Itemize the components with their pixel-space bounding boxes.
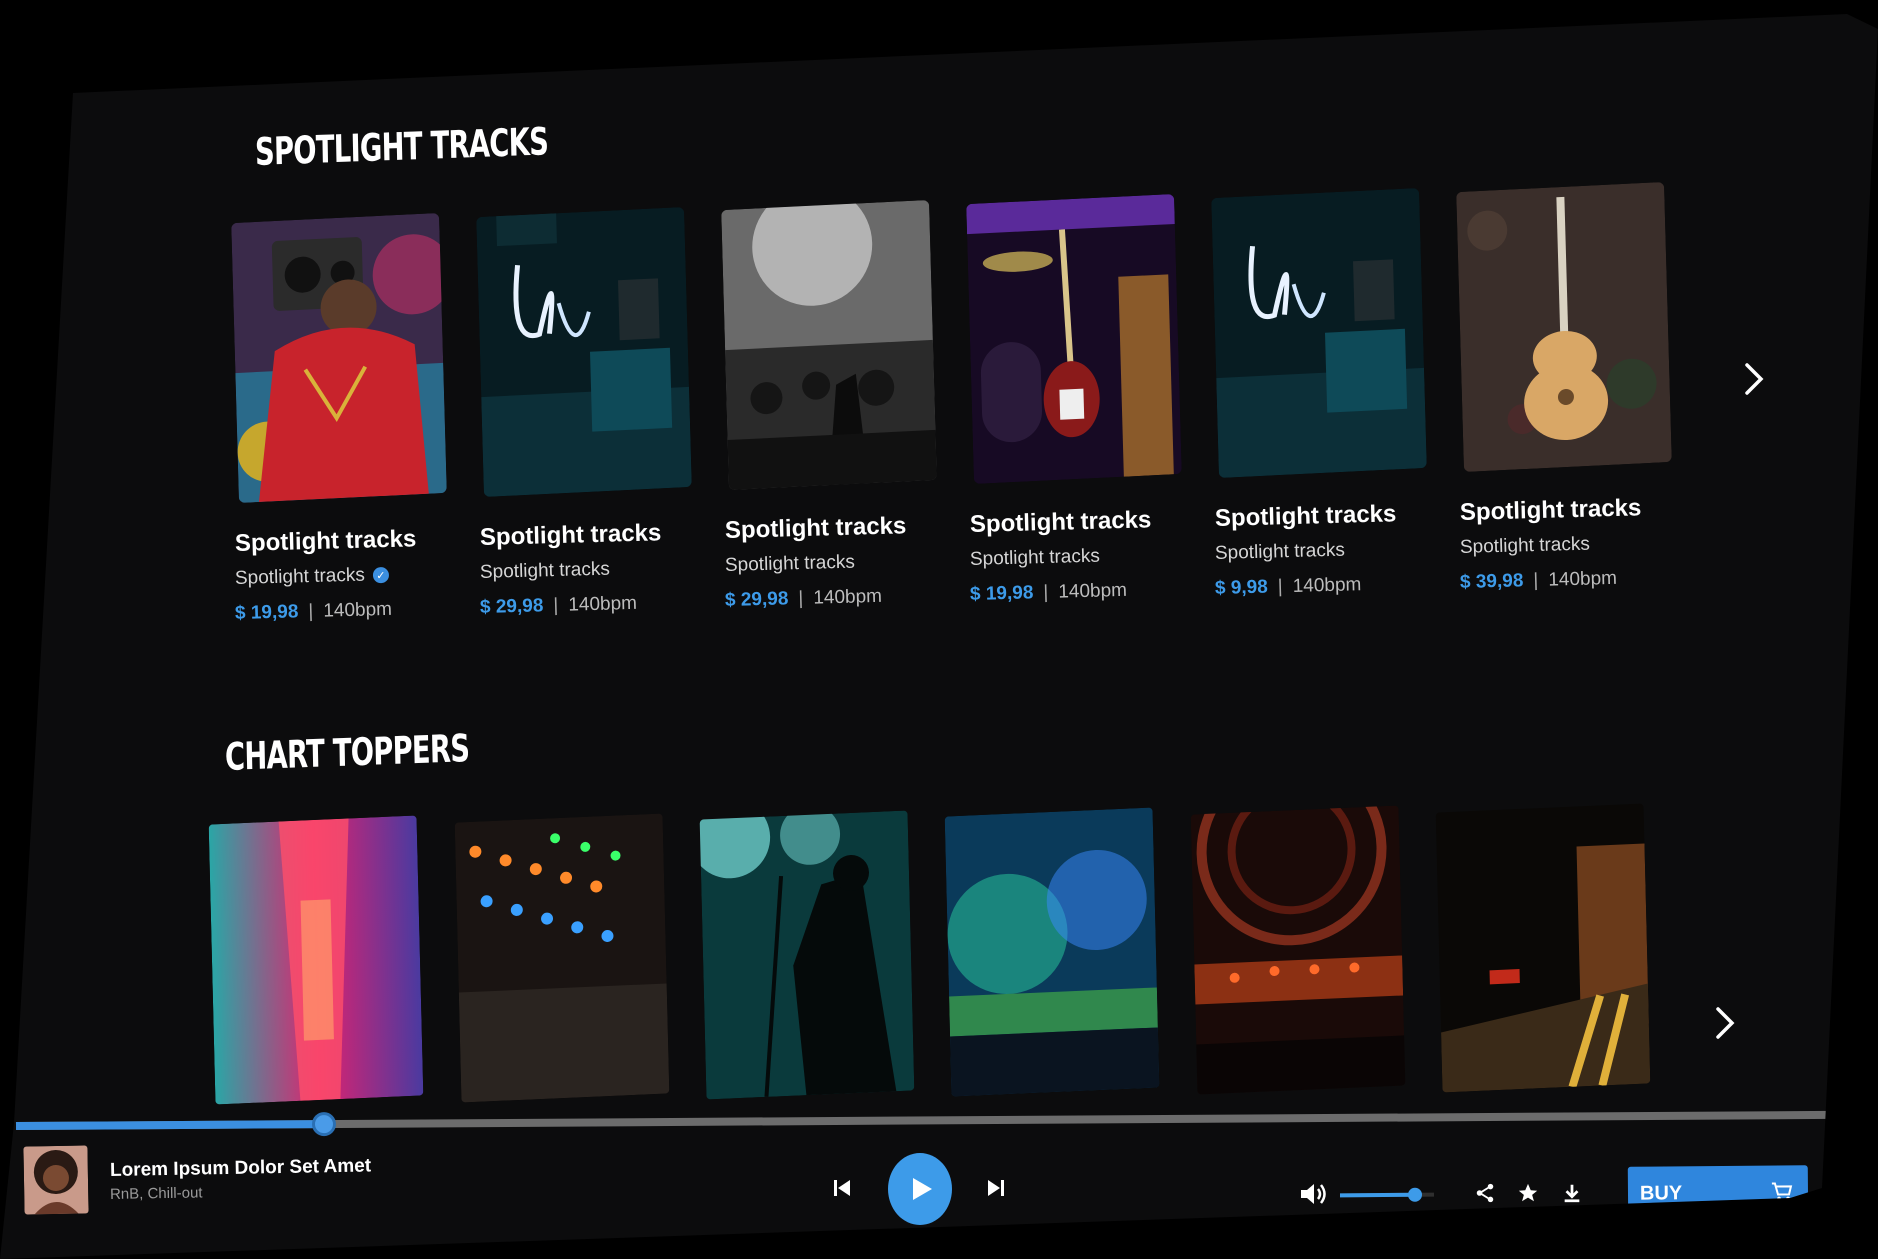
chart-card-artwork[interactable]: [1435, 803, 1651, 1093]
now-playing-artwork[interactable]: [23, 1145, 89, 1215]
track-meta: $ 39,98 | 140bpm: [1460, 568, 1618, 594]
track-meta: $ 9,98 | 140bpm: [1215, 574, 1362, 600]
track-price: $ 29,98: [479, 595, 544, 618]
meta-separator: |: [308, 600, 314, 623]
volume-slider[interactable]: [1339, 1187, 1435, 1202]
play-icon: [913, 1178, 932, 1200]
track-title[interactable]: Spotlight tracks: [235, 525, 417, 558]
track-meta: $ 19,98 | 140bpm: [235, 599, 393, 625]
now-playing-genre: RnB, Chill-out: [109, 1184, 203, 1203]
skip-next-icon: [988, 1180, 1004, 1196]
spotlight-card-artwork[interactable]: [966, 193, 1182, 485]
chevron-right-icon: [1745, 363, 1764, 395]
spotlight-card-artwork[interactable]: [1211, 187, 1427, 479]
spotlight-card-artwork[interactable]: [721, 199, 937, 491]
track-bpm: 140bpm: [1058, 579, 1128, 603]
track-artist-label[interactable]: Spotlight tracks: [480, 559, 610, 584]
buy-button-label: BUY: [1639, 1182, 1683, 1205]
playback-progress-handle[interactable]: [312, 1112, 337, 1137]
download-icon: [1564, 1184, 1580, 1203]
verified-icon: ✓: [372, 566, 390, 584]
meta-separator: |: [798, 587, 804, 610]
download-button[interactable]: [1559, 1180, 1585, 1206]
skip-previous-icon: [834, 1180, 850, 1196]
previous-track-button[interactable]: [828, 1174, 856, 1202]
spotlight-card-artwork[interactable]: [476, 206, 692, 498]
app-screen: SPOTLIGHT TRACKS Spotlight tracks Spotli…: [0, 14, 1878, 1259]
chart-card-artwork[interactable]: [699, 810, 915, 1100]
share-icon: [1476, 1183, 1494, 1203]
track-artist[interactable]: Spotlight tracks: [1215, 540, 1345, 565]
track-title[interactable]: Spotlight tracks: [480, 519, 662, 552]
track-artist-label[interactable]: Spotlight tracks: [1215, 540, 1345, 565]
playback-progress-bar[interactable]: [15, 1110, 1830, 1137]
volume-button[interactable]: [1296, 1178, 1332, 1210]
volume-slider-handle[interactable]: [1408, 1187, 1423, 1202]
track-artist-label[interactable]: Spotlight tracks: [970, 546, 1100, 571]
meta-separator: |: [1533, 569, 1539, 592]
track-artist-label[interactable]: Spotlight tracks: [1460, 534, 1590, 559]
volume-icon: [1301, 1184, 1326, 1204]
track-artist-label[interactable]: Spotlight tracks: [725, 552, 855, 577]
favorite-button[interactable]: [1515, 1180, 1541, 1206]
track-bpm: 140bpm: [1548, 567, 1618, 591]
meta-separator: |: [1043, 581, 1049, 604]
buy-button[interactable]: BUY: [1627, 1165, 1809, 1223]
track-artist[interactable]: Spotlight tracks ✓: [235, 564, 390, 590]
track-price: $ 39,98: [1459, 570, 1524, 593]
track-title[interactable]: Spotlight tracks: [1460, 494, 1642, 527]
cart-icon: [1771, 1182, 1793, 1201]
spotlight-next-button[interactable]: [1743, 362, 1765, 396]
track-bpm: 140bpm: [323, 598, 393, 622]
spotlight-card-artwork[interactable]: [1456, 181, 1672, 473]
share-button[interactable]: [1472, 1180, 1498, 1206]
chart-section-title: CHART TOPPERS: [224, 726, 470, 779]
meta-separator: |: [1277, 576, 1284, 598]
spotlight-section-title: SPOTLIGHT TRACKS: [254, 119, 549, 174]
chart-card-artwork[interactable]: [944, 807, 1160, 1097]
chevron-right-icon: [1716, 1007, 1735, 1039]
track-price: $ 19,98: [969, 582, 1034, 605]
next-track-button[interactable]: [982, 1174, 1010, 1202]
track-title[interactable]: Spotlight tracks: [1215, 500, 1397, 533]
star-icon: [1518, 1183, 1538, 1202]
track-price: $ 9,98: [1214, 576, 1269, 599]
now-playing-title[interactable]: Lorem Ipsum Dolor Set Amet: [110, 1155, 371, 1182]
chart-next-button[interactable]: [1714, 1006, 1736, 1040]
track-bpm: 140bpm: [568, 592, 638, 616]
track-artist-label[interactable]: Spotlight tracks: [235, 565, 365, 590]
track-bpm: 140bpm: [1292, 574, 1362, 597]
track-meta: $ 19,98 | 140bpm: [970, 580, 1128, 606]
track-meta: $ 29,98 | 140bpm: [725, 586, 883, 612]
track-artist[interactable]: Spotlight tracks: [480, 559, 610, 584]
chart-card-artwork[interactable]: [454, 813, 670, 1103]
track-artist[interactable]: Spotlight tracks: [725, 552, 855, 577]
meta-separator: |: [553, 594, 559, 617]
track-artist[interactable]: Spotlight tracks: [970, 546, 1100, 571]
track-bpm: 140bpm: [813, 585, 883, 609]
track-price: $ 29,98: [724, 588, 789, 611]
play-button[interactable]: [888, 1153, 952, 1225]
track-meta: $ 29,98 | 140bpm: [480, 593, 638, 619]
chart-card-artwork[interactable]: [1190, 805, 1406, 1095]
playback-progress-fill: [15, 1120, 325, 1130]
track-title[interactable]: Spotlight tracks: [725, 512, 907, 545]
spotlight-card-artwork[interactable]: [231, 212, 447, 504]
chart-card-artwork[interactable]: [208, 815, 424, 1105]
track-title[interactable]: Spotlight tracks: [970, 506, 1152, 539]
track-price: $ 19,98: [234, 601, 299, 624]
track-artist[interactable]: Spotlight tracks: [1460, 534, 1590, 559]
volume-slider-fill: [1339, 1192, 1416, 1198]
